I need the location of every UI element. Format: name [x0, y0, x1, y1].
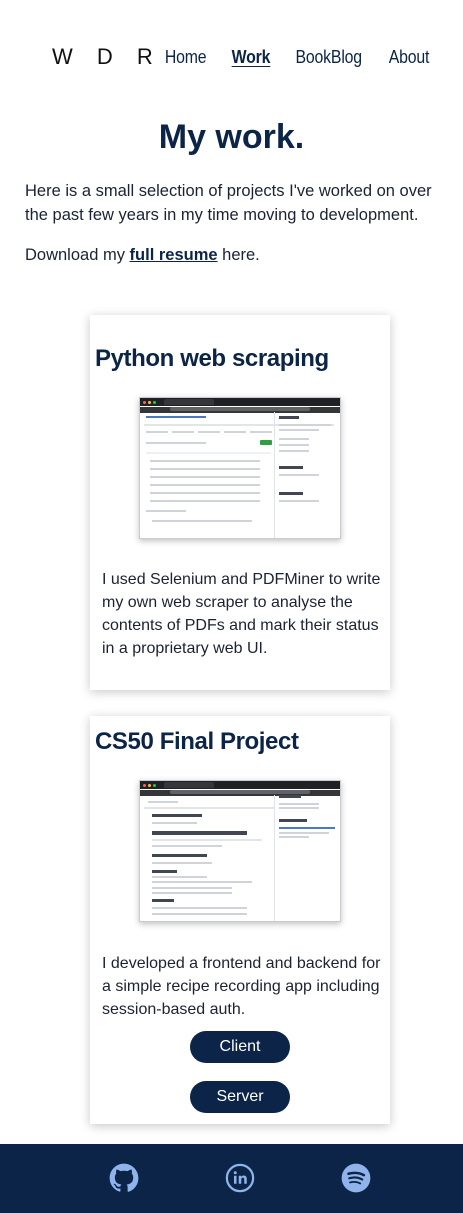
project-title: Python web scraping	[95, 345, 329, 372]
project-screenshot	[139, 780, 341, 922]
nav-home[interactable]: Home	[165, 47, 207, 68]
page-title: My work.	[158, 118, 305, 156]
download-prefix: Download my	[25, 246, 130, 264]
linkedin-icon[interactable]	[225, 1163, 255, 1193]
nav-menu: Home Work BookBlog About	[162, 47, 432, 68]
site-logo[interactable]: W D R	[52, 44, 162, 70]
project-description: I developed a frontend and backend for a…	[102, 955, 381, 1018]
project-description: I used Selenium and PDFMiner to write my…	[102, 571, 381, 657]
project-screenshot	[139, 397, 341, 539]
intro-text: Here is a small selection of projects I'…	[25, 182, 432, 224]
top-nav: W D R Home Work BookBlog About	[0, 0, 463, 120]
github-icon[interactable]	[109, 1163, 139, 1193]
download-suffix: here.	[217, 246, 260, 264]
nav-bookblog[interactable]: BookBlog	[296, 47, 363, 68]
project-title: CS50 Final Project	[95, 728, 299, 755]
client-button[interactable]: Client	[190, 1031, 290, 1063]
spotify-icon[interactable]	[341, 1163, 371, 1193]
nav-work[interactable]: Work	[231, 47, 270, 68]
server-button[interactable]: Server	[190, 1081, 290, 1113]
project-card-cs50: CS50 Final Project I developed a fronten…	[90, 716, 390, 1124]
footer	[0, 1144, 463, 1213]
resume-link[interactable]: full resume	[130, 246, 218, 264]
project-card-web-scraping: Python web scraping I used Selenium and …	[90, 315, 390, 690]
nav-about[interactable]: About	[389, 47, 430, 68]
download-text: Download my full resume here.	[25, 243, 445, 267]
